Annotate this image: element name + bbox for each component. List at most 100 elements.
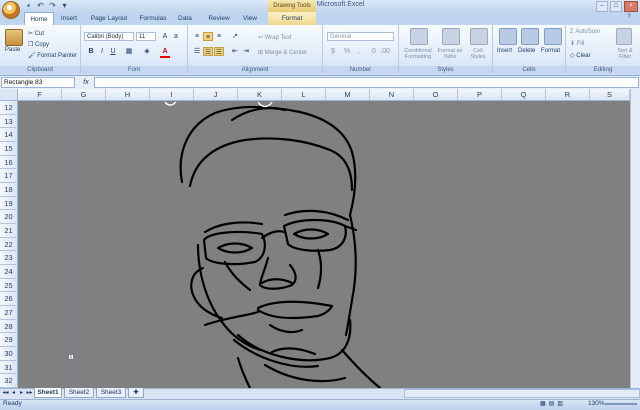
- tab-view[interactable]: View: [238, 12, 262, 25]
- help-icon[interactable]: ?: [620, 14, 638, 23]
- row-header[interactable]: 28: [0, 319, 18, 334]
- row-header[interactable]: 30: [0, 347, 18, 361]
- sort-filter-button[interactable]: Sort & Filter: [612, 48, 638, 60]
- column-header[interactable]: P: [458, 89, 502, 101]
- page-layout-view-icon[interactable]: ▤: [549, 400, 555, 407]
- column-header[interactable]: H: [106, 89, 150, 101]
- tab-page-layout[interactable]: Page Layout: [86, 12, 132, 25]
- increase-indent-icon[interactable]: ⇥: [241, 47, 251, 56]
- column-header[interactable]: G: [62, 89, 106, 101]
- font-family-select[interactable]: Calibri (Body): [84, 32, 134, 41]
- align-center-icon[interactable]: ☰: [203, 47, 213, 56]
- tab-formulas[interactable]: Formulas: [136, 12, 170, 25]
- sheet-canvas[interactable]: [18, 101, 630, 388]
- row-header[interactable]: 19: [0, 196, 18, 211]
- align-top-icon[interactable]: ≡: [192, 32, 202, 41]
- fill-button[interactable]: ⬇ Fill: [570, 40, 584, 47]
- autosum-button[interactable]: Σ AutoSum: [570, 29, 600, 35]
- column-header[interactable]: O: [414, 89, 458, 101]
- format-painter-button[interactable]: 🖌 Format Painter: [28, 52, 77, 59]
- row-header[interactable]: 15: [0, 142, 18, 156]
- sort-filter-icon[interactable]: [616, 28, 632, 45]
- select-all-corner[interactable]: [0, 89, 18, 101]
- formula-input[interactable]: [94, 77, 639, 88]
- row-header[interactable]: 26: [0, 292, 18, 306]
- cut-button[interactable]: ✂ Cut: [28, 30, 44, 37]
- borders-icon[interactable]: ▦: [124, 47, 134, 56]
- minimize-icon[interactable]: –: [596, 1, 608, 12]
- shrink-font-icon[interactable]: a: [171, 32, 181, 41]
- top-handle-right[interactable]: [257, 101, 273, 108]
- format-cells-icon[interactable]: [544, 28, 562, 45]
- delete-cells-icon[interactable]: [521, 28, 539, 45]
- increase-decimal-icon[interactable]: .0: [368, 47, 378, 56]
- page-break-view-icon[interactable]: ▥: [557, 400, 563, 407]
- align-bottom-icon[interactable]: ≡: [214, 32, 224, 41]
- row-header[interactable]: 31: [0, 360, 18, 375]
- underline-button[interactable]: U: [108, 47, 118, 56]
- cell-styles-button[interactable]: Cell Styles: [466, 48, 490, 60]
- column-header[interactable]: R: [546, 89, 590, 101]
- decrease-decimal-icon[interactable]: .00: [380, 47, 390, 56]
- align-middle-icon[interactable]: ≡: [203, 32, 213, 41]
- tab-insert[interactable]: Insert: [56, 12, 82, 25]
- insert-cells-icon[interactable]: [499, 28, 517, 45]
- row-header[interactable]: 18: [0, 183, 18, 197]
- comma-button[interactable]: ,: [354, 47, 364, 56]
- format-as-table-icon[interactable]: [442, 28, 460, 45]
- top-handle-left[interactable]: [164, 101, 177, 106]
- column-header[interactable]: L: [282, 89, 326, 101]
- row-header[interactable]: 22: [0, 237, 18, 252]
- row-header[interactable]: 23: [0, 251, 18, 265]
- italic-button[interactable]: I: [97, 47, 107, 56]
- row-header[interactable]: 27: [0, 306, 18, 320]
- column-header[interactable]: S: [590, 89, 630, 101]
- paste-button[interactable]: Paste: [5, 47, 20, 53]
- conditional-formatting-icon[interactable]: [410, 28, 428, 45]
- bold-button[interactable]: B: [86, 47, 96, 56]
- column-header[interactable]: I: [150, 89, 194, 101]
- insert-sheet-icon[interactable]: ✚: [128, 388, 144, 398]
- clear-button[interactable]: ◇ Clear: [570, 52, 591, 59]
- tab-format[interactable]: Format: [268, 12, 316, 25]
- percent-button[interactable]: %: [342, 47, 352, 56]
- delete-cells-button[interactable]: Delete: [518, 48, 535, 54]
- name-box[interactable]: Rectangle 83: [1, 77, 75, 88]
- tab-data[interactable]: Data: [174, 12, 196, 25]
- fill-color-icon[interactable]: ◈: [142, 47, 152, 56]
- column-header[interactable]: K: [238, 89, 282, 101]
- row-header[interactable]: 21: [0, 224, 18, 238]
- close-icon[interactable]: ×: [624, 1, 638, 12]
- zoom-slider[interactable]: [605, 403, 637, 405]
- horizontal-scrollbar[interactable]: [404, 389, 640, 398]
- format-cells-button[interactable]: Format: [541, 48, 560, 54]
- row-header[interactable]: 25: [0, 278, 18, 293]
- paste-icon[interactable]: [5, 29, 23, 46]
- sheet-tab-sheet3[interactable]: Sheet3: [96, 388, 126, 398]
- column-header[interactable]: N: [370, 89, 414, 101]
- vertical-scrollbar[interactable]: [630, 89, 640, 388]
- row-header[interactable]: 14: [0, 128, 18, 142]
- row-header[interactable]: 13: [0, 114, 18, 129]
- column-header[interactable]: J: [194, 89, 238, 101]
- grow-font-icon[interactable]: A: [160, 32, 170, 41]
- row-header[interactable]: 12: [0, 101, 18, 115]
- sheet-tab-sheet1[interactable]: Sheet1: [34, 388, 62, 398]
- font-size-select[interactable]: 11: [136, 32, 156, 41]
- decrease-indent-icon[interactable]: ⇤: [230, 47, 240, 56]
- orientation-icon[interactable]: ↗: [230, 32, 240, 41]
- tab-home[interactable]: Home: [24, 12, 54, 25]
- prev-sheet-icon[interactable]: ◂: [10, 389, 17, 396]
- wrap-text-button[interactable]: ↩ Wrap Text: [258, 34, 292, 41]
- number-format-select[interactable]: General: [327, 32, 394, 41]
- font-color-button[interactable]: A: [160, 47, 170, 58]
- line-drawing-face[interactable]: [18, 101, 630, 388]
- format-as-table-button[interactable]: Format as Table: [436, 48, 464, 60]
- align-right-icon[interactable]: ☰: [214, 47, 224, 56]
- office-button[interactable]: [2, 1, 20, 19]
- cell-styles-icon[interactable]: [470, 28, 488, 45]
- copy-button[interactable]: ❐ Copy: [28, 41, 49, 48]
- insert-cells-button[interactable]: Insert: [497, 48, 512, 54]
- row-header[interactable]: 16: [0, 155, 18, 170]
- row-header[interactable]: 29: [0, 333, 18, 347]
